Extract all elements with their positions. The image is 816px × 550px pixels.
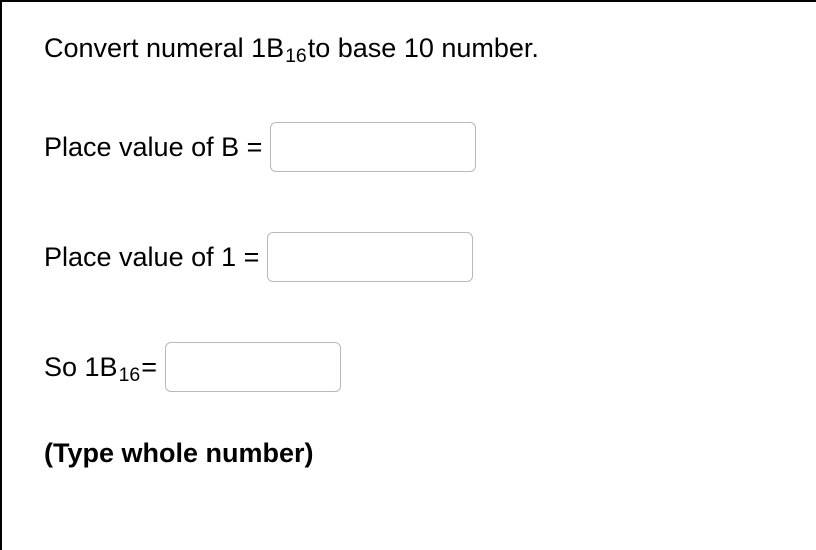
row-place-value-1: Place value of 1 = bbox=[44, 232, 816, 282]
question-post: to base 10 number. bbox=[308, 32, 539, 64]
result-post: = bbox=[141, 351, 157, 383]
row-place-value-b: Place value of B = bbox=[44, 122, 816, 172]
hint-text: (Type whole number) bbox=[44, 438, 816, 469]
question-sub: 16 bbox=[285, 45, 307, 68]
input-result[interactable] bbox=[165, 342, 341, 392]
label-place-value-b: Place value of B = bbox=[44, 131, 262, 163]
row-result: So 1B 16 = bbox=[44, 342, 816, 392]
question-panel: Convert numeral 1B 16 to base 10 number.… bbox=[0, 0, 816, 550]
input-place-value-b[interactable] bbox=[270, 122, 476, 172]
result-sub: 16 bbox=[119, 364, 141, 387]
result-pre: So 1B bbox=[44, 351, 118, 383]
input-place-value-1[interactable] bbox=[267, 232, 473, 282]
question-pre: Convert numeral 1B bbox=[44, 32, 284, 64]
label-place-value-1: Place value of 1 = bbox=[44, 241, 259, 273]
question-text: Convert numeral 1B 16 to base 10 number. bbox=[44, 32, 816, 64]
